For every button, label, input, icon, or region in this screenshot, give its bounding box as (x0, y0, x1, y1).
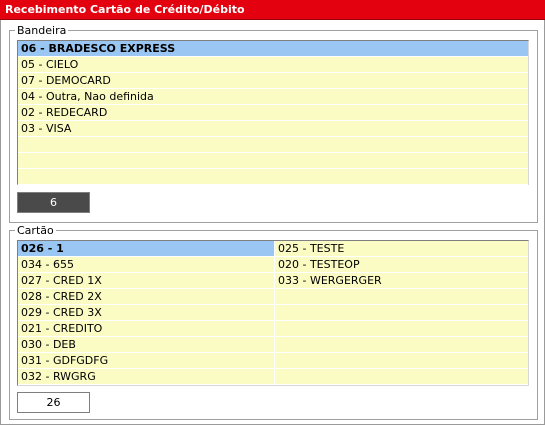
list-item[interactable]: 028 - CRED 2X (18, 289, 274, 305)
list-item-empty[interactable] (275, 369, 528, 385)
list-item[interactable]: 029 - CRED 3X (18, 305, 274, 321)
list-item[interactable]: 03 - VISA (18, 121, 528, 137)
list-item[interactable]: 033 - WERGERGER (275, 273, 528, 289)
bandeira-list[interactable]: 06 - BRADESCO EXPRESS 05 - CIELO 07 - DEMO… (17, 40, 529, 185)
list-item-empty[interactable] (18, 137, 528, 153)
window-title: Recebimento Cartão de Crédito/Débito (0, 0, 545, 20)
list-item[interactable]: 04 - Outra, Nao definida (18, 89, 528, 105)
list-item-empty[interactable] (275, 337, 528, 353)
card-payment-window: Bandeira 06 - BRADESCO EXPRESS 05 - CIELO… (0, 20, 545, 425)
list-item[interactable]: 07 - DEMOCARD (18, 73, 528, 89)
list-item[interactable]: 030 - DEB (18, 337, 274, 353)
list-item[interactable]: 031 - GDFGDFG (18, 353, 274, 369)
list-item[interactable]: 034 - 655 (18, 257, 274, 273)
list-item[interactable]: 05 - CIELO (18, 57, 528, 73)
list-item-empty[interactable] (275, 305, 528, 321)
list-item[interactable]: 020 - TESTEOP (275, 257, 528, 273)
list-item[interactable]: 026 - 1 (18, 241, 274, 257)
list-item-empty[interactable] (275, 353, 528, 369)
cartao-count: 26 (17, 392, 90, 413)
bandeira-count: 6 (17, 192, 90, 213)
bandeira-legend: Bandeira (17, 24, 67, 37)
list-item[interactable]: 06 - BRADESCO EXPRESS (18, 41, 528, 57)
list-item-empty[interactable] (18, 153, 528, 169)
list-item[interactable]: 032 - RWGRG (18, 369, 274, 385)
cartao-legend: Cartão (17, 224, 54, 237)
list-item-empty[interactable] (275, 321, 528, 337)
list-item[interactable]: 025 - TESTE (275, 241, 528, 257)
list-item[interactable]: 021 - CREDITO (18, 321, 274, 337)
list-item-empty[interactable] (275, 289, 528, 305)
cartao-list[interactable]: 026 - 1 034 - 655 027 - CRED 1X 028 - CRED … (17, 240, 529, 386)
cartao-column-left: 026 - 1 034 - 655 027 - CRED 1X 028 - CRED … (18, 241, 274, 385)
list-item[interactable]: 027 - CRED 1X (18, 273, 274, 289)
cartao-column-right: 025 - TESTE 020 - TESTEOP 033 - WERGERGER (275, 241, 528, 385)
list-item[interactable]: 02 - REDECARD (18, 105, 528, 121)
list-item-empty[interactable] (18, 169, 528, 185)
